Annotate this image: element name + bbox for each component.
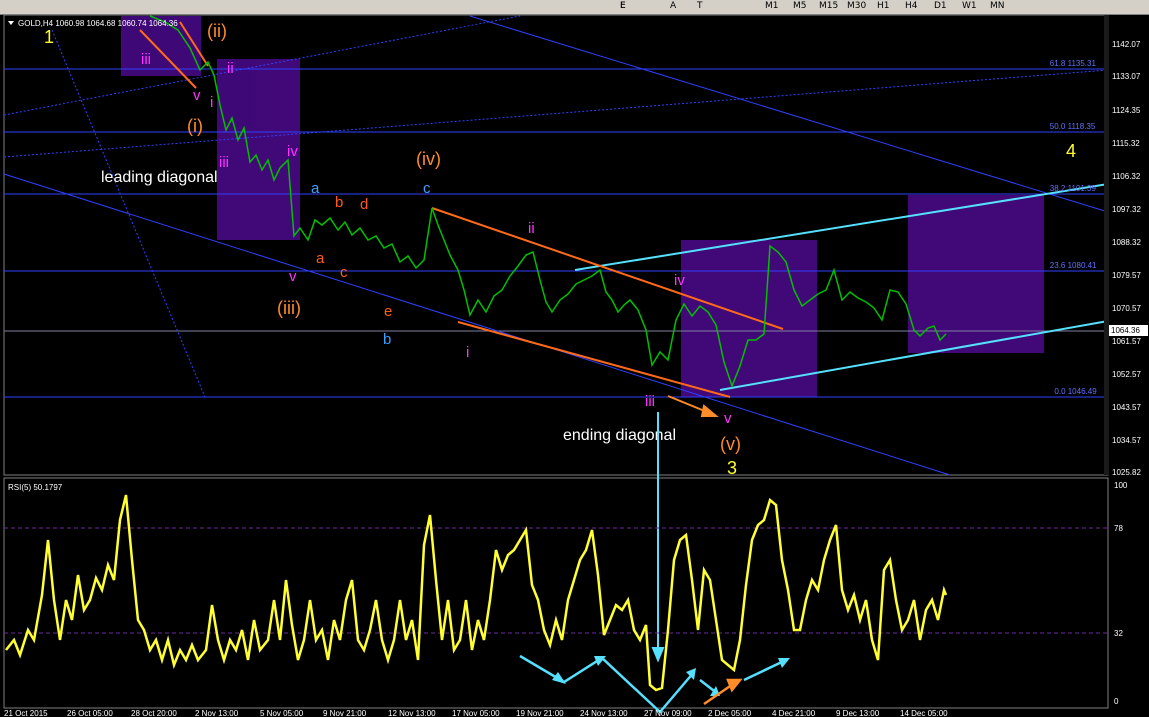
label-i-a: i: [210, 94, 213, 111]
price-tick: 1115.32: [1112, 139, 1140, 148]
price-tick: 1106.32: [1112, 172, 1141, 181]
price-tick: 1124.35: [1112, 106, 1141, 115]
price-tick: 1133.07: [1112, 72, 1141, 81]
label-iv-a: iv: [287, 143, 298, 160]
price-tick: 1088.32: [1112, 238, 1141, 247]
fib-level-label: 61.8 1135.31: [1050, 59, 1097, 68]
rsi-tick: 78: [1114, 524, 1123, 533]
price-tick: 1061.57: [1112, 337, 1141, 346]
time-tick: 28 Oct 20:00: [131, 709, 177, 717]
time-axis: 21 Oct 2015 26 Oct 05:00 28 Oct 20:00 2 Nov…: [4, 709, 948, 717]
time-tick: 12 Nov 13:00: [388, 709, 436, 717]
label-iii-b: iii: [219, 154, 229, 171]
time-tick: 9 Nov 21:00: [323, 709, 367, 717]
chart-canvas[interactable]: 1 (ii) (i) (iii) (iv) (v) 3 4 leading di…: [0, 0, 1149, 717]
leading-diagonal-label: leading diagonal: [101, 169, 218, 186]
fib-labels: 61.8 1135.31 50.0 1118.35 38.2 1101.39 23.6…: [1050, 59, 1097, 396]
label-iii-a: iii: [141, 51, 151, 68]
wave-boxes: [121, 16, 1044, 397]
fib-level-label: 23.6 1080.41: [1050, 261, 1097, 270]
fib-level-label: 0.0 1046.49: [1054, 387, 1097, 396]
time-tick: 2 Dec 05:00: [708, 709, 752, 717]
cyan-arrow-down: [651, 412, 665, 663]
label-iv-b: iv: [674, 272, 685, 289]
price-axis: 1142.07 1133.07 1124.35 1115.32 1106.32 1097.…: [1112, 40, 1141, 477]
time-tick: 24 Nov 13:00: [580, 709, 628, 717]
label-v-a: v: [193, 87, 201, 104]
time-tick: 26 Oct 05:00: [67, 709, 113, 717]
symbol-label: GOLD,H4 1060.98 1064.68 1060.74 1064.36: [18, 19, 178, 28]
label-i-b: i: [466, 344, 469, 361]
rsi-series: [5, 494, 948, 692]
label-c2: c: [340, 264, 348, 281]
wave-ii-top-label: (ii): [207, 21, 227, 41]
price-tick: 1052.57: [1112, 370, 1141, 379]
time-tick: 21 Oct 2015: [4, 709, 48, 717]
box-4: [908, 195, 1044, 353]
fib-level-label: 50.0 1118.35: [1050, 122, 1096, 131]
price-tick: 1070.57: [1112, 304, 1141, 313]
label-b2: b: [383, 331, 391, 348]
price-tick: 1142.07: [1112, 40, 1141, 49]
label-v-c: v: [724, 410, 732, 427]
rsi-label: RSI(5) 50.1797: [8, 483, 63, 492]
orange-arrow: [667, 395, 719, 417]
price-tick: 1025.82: [1112, 468, 1141, 477]
rsi-tick: 0: [1114, 697, 1119, 706]
price-tick: 1097.32: [1112, 205, 1141, 214]
label-e1: e: [384, 303, 392, 320]
time-tick: 2 Nov 13:00: [195, 709, 239, 717]
label-a1: a: [311, 180, 320, 197]
price-tick: 1034.57: [1112, 436, 1141, 445]
wave-v-paren-label: (v): [720, 434, 741, 454]
rsi-axis: 100 78 32 0: [1114, 481, 1128, 706]
time-tick: 14 Dec 05:00: [900, 709, 948, 717]
wave-iii-paren-label: (iii): [277, 298, 301, 318]
current-price-label: 1064.36: [1111, 326, 1140, 335]
time-tick: 17 Nov 05:00: [452, 709, 500, 717]
label-v-b: v: [289, 268, 297, 285]
wave-1-label: 1: [44, 27, 54, 47]
rsi-tick: 100: [1114, 481, 1128, 490]
rsi-tick: 32: [1114, 629, 1123, 638]
time-tick: 9 Dec 13:00: [836, 709, 880, 717]
label-d1: d: [360, 196, 368, 213]
ending-diagonal-label: ending diagonal: [563, 427, 676, 444]
time-tick: 4 Dec 21:00: [772, 709, 816, 717]
label-b1: b: [335, 194, 343, 211]
time-tick: 5 Nov 05:00: [260, 709, 304, 717]
price-tick: 1043.57: [1112, 403, 1141, 412]
rsi-orange-arrow: [703, 678, 743, 706]
wave-4-label: 4: [1066, 141, 1076, 161]
price-tick: 1079.57: [1112, 271, 1141, 280]
label-c1: c: [423, 180, 431, 197]
fib-level-label: 38.2 1101.39: [1050, 184, 1097, 193]
box-3: [681, 240, 817, 397]
label-a2: a: [316, 250, 325, 267]
label-ii-b: ii: [528, 220, 535, 237]
time-tick: 19 Nov 21:00: [516, 709, 564, 717]
chart-menu-icon[interactable]: [8, 21, 14, 25]
label-ii-a: ii: [227, 60, 234, 77]
label-iii-c: iii: [645, 393, 655, 410]
scroll-right-button[interactable]: [1104, 15, 1109, 475]
wave-3-label: 3: [727, 458, 737, 478]
time-tick: 27 Nov 09:00: [644, 709, 692, 717]
wave-i-paren-label: (i): [187, 116, 203, 136]
wave-iv-paren-label: (iv): [416, 149, 441, 169]
rsi-arrows: [519, 654, 787, 714]
